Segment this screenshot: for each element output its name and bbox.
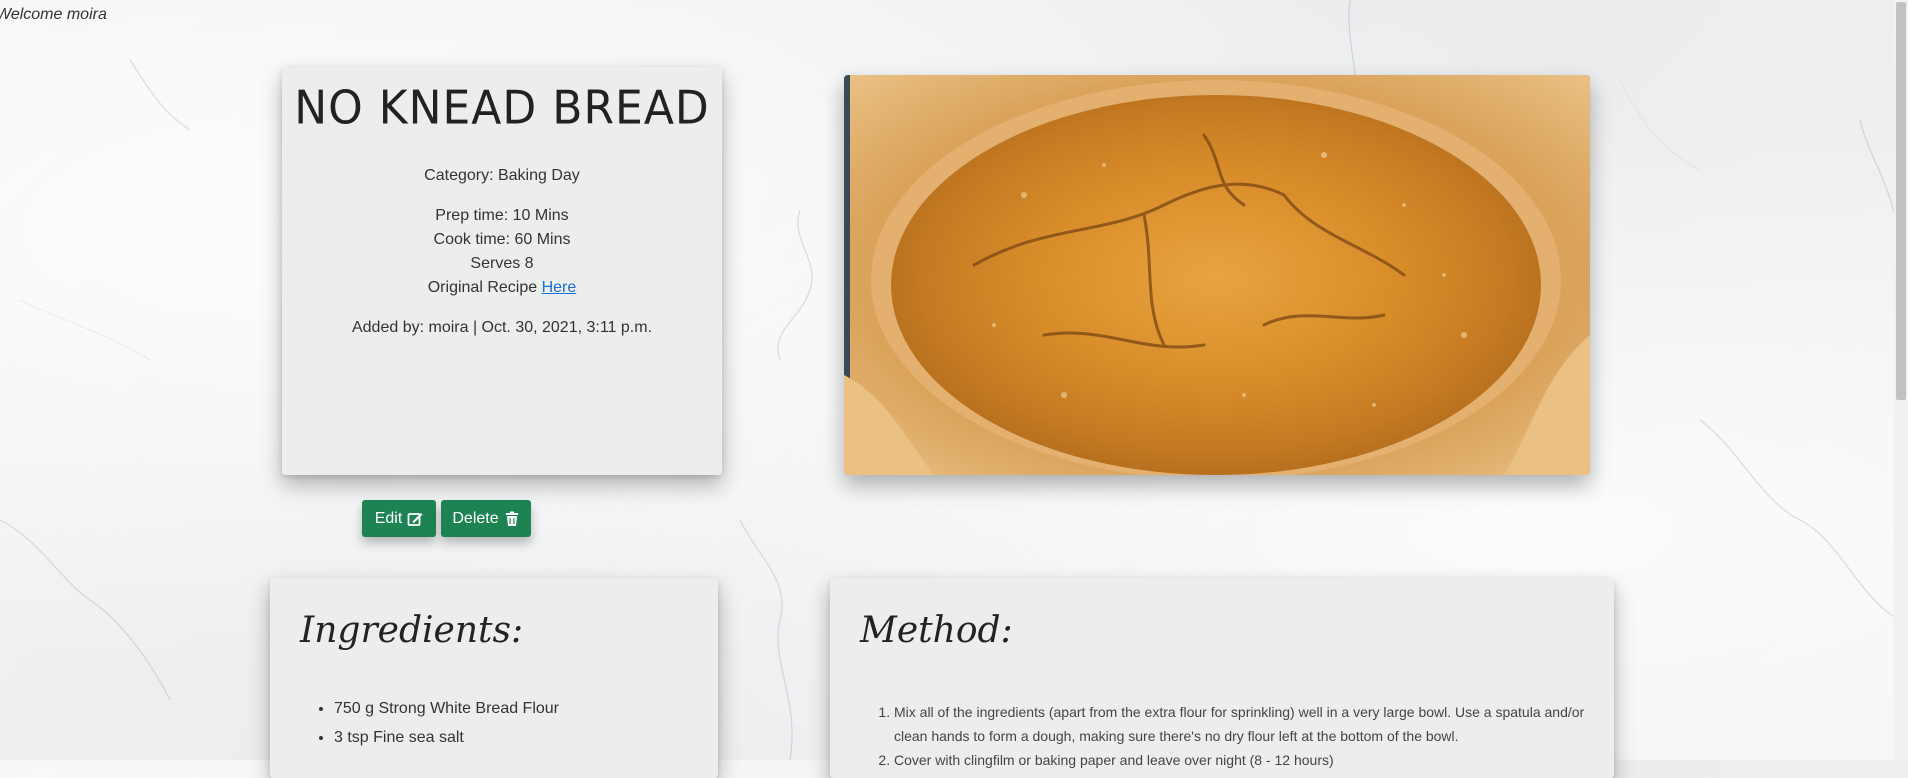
method-step: Mix all of the ingredients (apart from t… bbox=[894, 700, 1594, 748]
recipe-image bbox=[844, 75, 1590, 475]
delete-button-label: Delete bbox=[452, 509, 499, 527]
list-item: 750 g Strong White Bread Flour bbox=[334, 694, 559, 723]
edit-icon bbox=[407, 512, 423, 526]
original-recipe: Original Recipe Here bbox=[282, 276, 722, 300]
scrollbar-thumb[interactable] bbox=[1896, 2, 1906, 400]
bread-image bbox=[844, 75, 1590, 475]
ingredients-list: 750 g Strong White Bread Flour 3 tsp Fin… bbox=[310, 694, 559, 752]
recipe-category: Category: Baking Day bbox=[424, 167, 580, 184]
edit-button-label: Edit bbox=[374, 509, 403, 527]
original-recipe-link[interactable]: Here bbox=[542, 279, 577, 296]
trash-icon bbox=[505, 511, 518, 526]
ingredients-title: Ingredients: bbox=[300, 610, 524, 651]
ingredients-card: Ingredients: 750 g Strong White Bread Fl… bbox=[270, 578, 718, 778]
added-by: Added by: moira | Oct. 30, 2021, 3:11 p.… bbox=[351, 319, 653, 336]
serves: Serves 8 bbox=[470, 255, 534, 272]
original-recipe-label: Original Recipe bbox=[427, 279, 538, 296]
method-card: Method: Mix all of the ingredients (apar… bbox=[830, 578, 1614, 778]
delete-button[interactable]: Delete bbox=[441, 500, 531, 537]
prep-time: Prep time: 10 Mins bbox=[435, 207, 569, 224]
list-item: 3 tsp Fine sea salt bbox=[334, 723, 559, 752]
edit-button[interactable]: Edit bbox=[362, 500, 436, 537]
method-steps: Mix all of the ingredients (apart from t… bbox=[870, 700, 1594, 772]
page-scrollbar[interactable] bbox=[1894, 0, 1908, 760]
recipe-times: Prep time: 10 Mins Cook time: 60 Mins Se… bbox=[282, 204, 722, 300]
method-title: Method: bbox=[860, 610, 1013, 651]
method-step: Cover with clingfilm or baking paper and… bbox=[894, 748, 1594, 772]
recipe-title: NO KNEAD BREAD bbox=[294, 81, 710, 136]
recipe-info-card: NO KNEAD BREAD Category: Baking Day Prep… bbox=[282, 67, 722, 475]
cook-time: Cook time: 60 Mins bbox=[433, 231, 571, 248]
recipe-meta: Category: Baking Day Prep time: 10 Mins … bbox=[282, 164, 722, 340]
welcome-message: Welcome moira bbox=[0, 6, 107, 23]
